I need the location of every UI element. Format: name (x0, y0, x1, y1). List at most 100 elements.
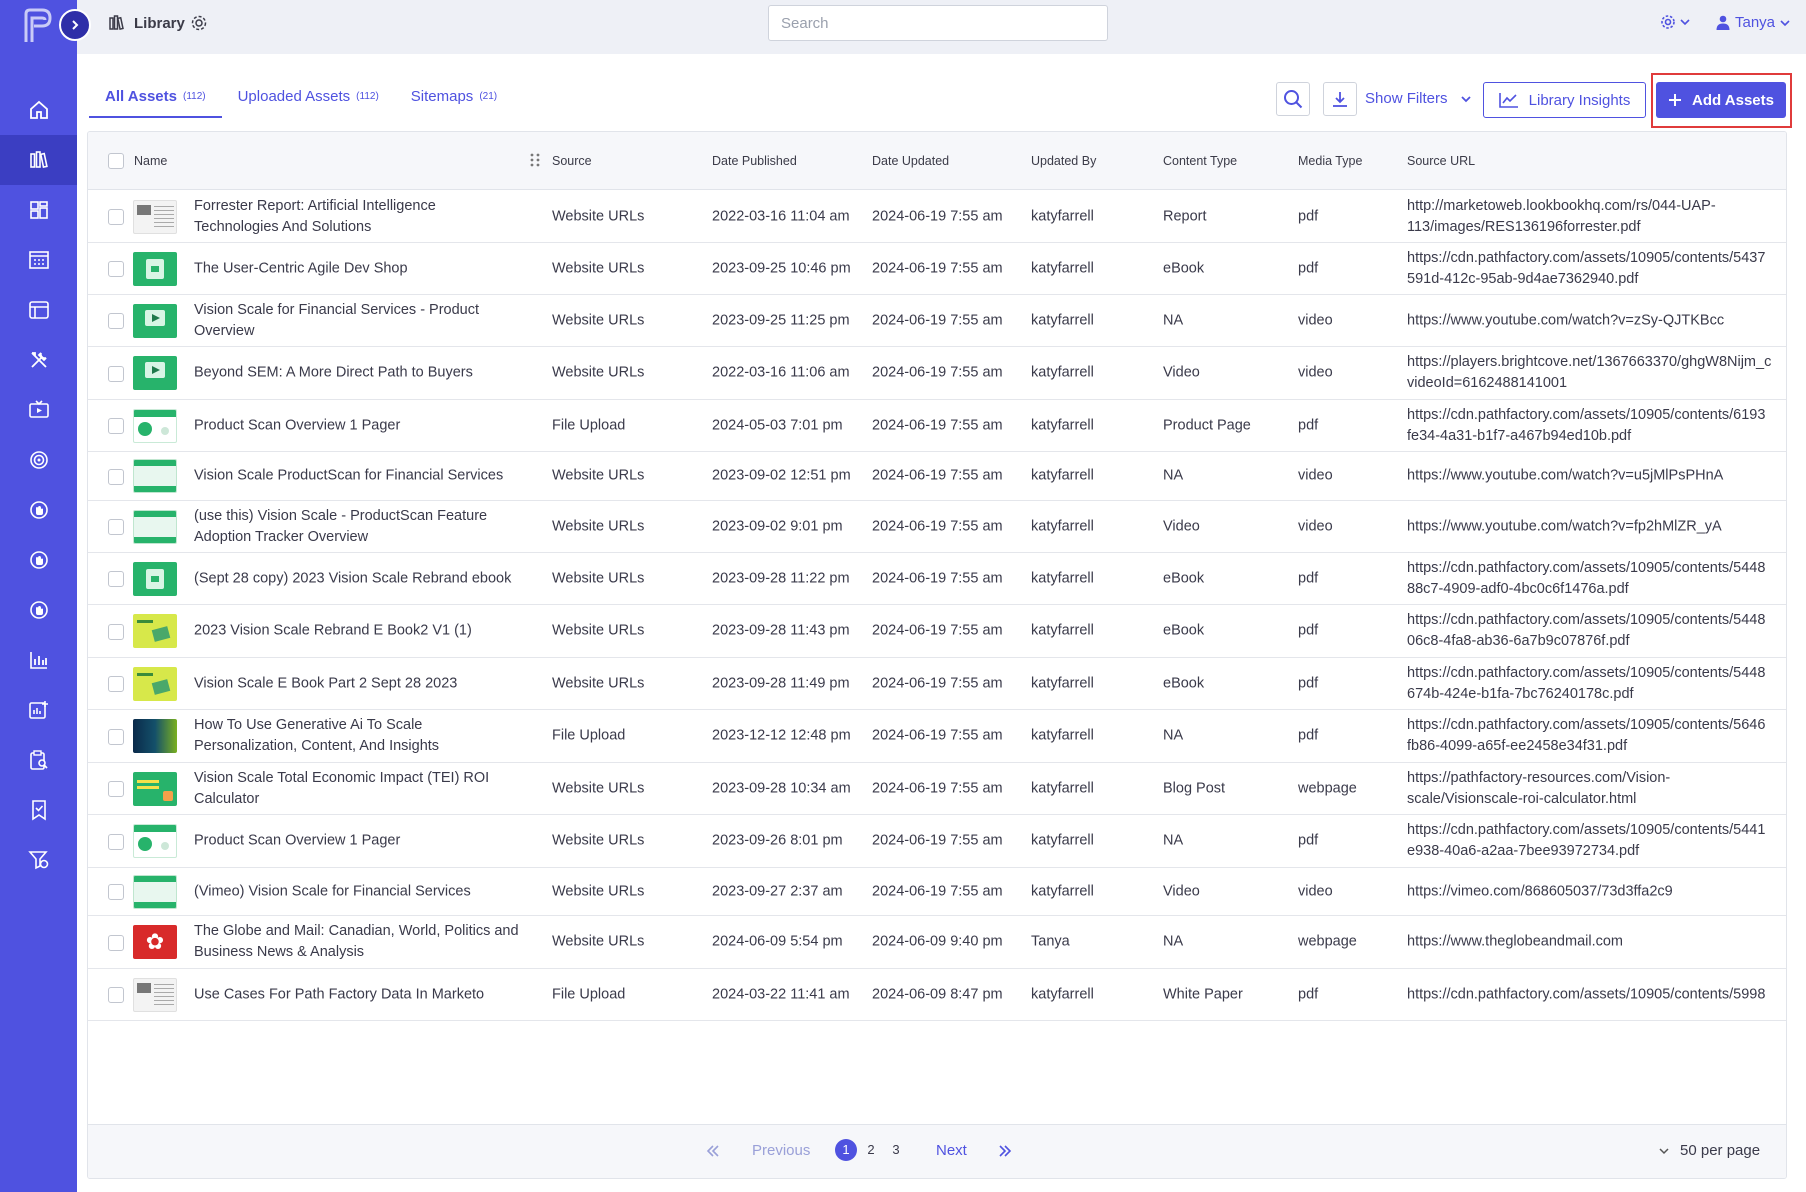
asset-name[interactable]: Product Scan Overview 1 Pager (194, 831, 524, 852)
library-insights-button[interactable]: Library Insights (1483, 82, 1646, 118)
row-checkbox[interactable] (108, 884, 124, 900)
sidebar-item-hand-pointer[interactable] (0, 485, 77, 535)
asset-thumbnail[interactable] (133, 719, 177, 753)
tab-sitemaps[interactable]: Sitemaps (21) (395, 78, 513, 118)
table-row[interactable]: Forrester Report: Artificial Intelligenc… (88, 191, 1786, 243)
settings-menu[interactable] (1660, 14, 1690, 30)
table-row[interactable]: 2023 Vision Scale Rebrand E Book2 V1 (1)… (88, 605, 1786, 658)
column-drag-handle-icon[interactable] (529, 152, 541, 168)
column-header-source-url[interactable]: Source URL (1407, 154, 1475, 168)
asset-thumbnail[interactable] (133, 408, 177, 443)
table-row[interactable]: Vision Scale E Book Part 2 Sept 28 2023 W… (88, 658, 1786, 710)
sidebar-item-clipboard-search[interactable] (0, 735, 77, 785)
asset-source-url[interactable]: https://cdn.pathfactory.com/assets/10905… (1407, 558, 1786, 600)
asset-thumbnail[interactable] (133, 874, 177, 909)
column-header-source[interactable]: Source (552, 154, 592, 168)
asset-name[interactable]: Forrester Report: Artificial Intelligenc… (194, 196, 524, 238)
asset-source-url[interactable]: https://pathfactory-resources.com/Vision… (1407, 768, 1786, 810)
asset-thumbnail[interactable] (133, 824, 177, 858)
download-button[interactable] (1323, 82, 1357, 116)
asset-source-url[interactable]: https://players.brightcove.net/136766337… (1407, 352, 1786, 394)
row-checkbox[interactable] (108, 571, 124, 587)
asset-source-url[interactable]: https://cdn.pathfactory.com/assets/10905… (1407, 610, 1786, 652)
asset-thumbnail[interactable] (133, 977, 177, 1012)
asset-source-url[interactable]: https://cdn.pathfactory.com/assets/10905… (1407, 663, 1786, 705)
asset-name[interactable]: (use this) Vision Scale - ProductScan Fe… (194, 506, 524, 548)
asset-name[interactable]: Vision Scale ProductScan for Financial S… (194, 466, 524, 487)
asset-name[interactable]: Vision Scale for Financial Services - Pr… (194, 300, 524, 342)
asset-source-url[interactable]: https://www.youtube.com/watch?v=u5jMlPsP… (1407, 466, 1786, 487)
asset-thumbnail[interactable]: ✿ (133, 925, 177, 959)
table-row[interactable]: Vision Scale for Financial Services - Pr… (88, 295, 1786, 347)
table-row[interactable]: Vision Scale Total Economic Impact (TEI)… (88, 763, 1786, 815)
sidebar-item-hand-pointer[interactable] (0, 535, 77, 585)
asset-name[interactable]: How To Use Generative Ai To Scale Person… (194, 715, 524, 757)
sidebar-expand-button[interactable] (59, 9, 91, 41)
asset-name[interactable]: Product Scan Overview 1 Pager (194, 415, 524, 436)
asset-thumbnail[interactable] (133, 199, 177, 234)
table-row[interactable]: Product Scan Overview 1 Pager Website URL… (88, 815, 1786, 868)
show-filters-toggle[interactable]: Show Filters (1365, 90, 1472, 107)
table-row[interactable]: The User-Centric Agile Dev Shop Website U… (88, 243, 1786, 295)
asset-name[interactable]: Vision Scale E Book Part 2 Sept 28 2023 (194, 673, 524, 694)
asset-name[interactable]: (Sept 28 copy) 2023 Vision Scale Rebrand… (194, 568, 524, 589)
row-checkbox[interactable] (108, 261, 124, 277)
next-page-button[interactable]: Next (936, 1142, 967, 1159)
row-checkbox[interactable] (108, 987, 124, 1003)
asset-source-url[interactable]: https://cdn.pathfactory.com/assets/10905… (1407, 820, 1786, 862)
table-row[interactable]: Vision Scale ProductScan for Financial S… (88, 452, 1786, 501)
select-all-checkbox[interactable] (108, 153, 124, 169)
table-row[interactable]: Product Scan Overview 1 Pager File Upload… (88, 400, 1786, 452)
table-row[interactable]: Beyond SEM: A More Direct Path to Buyers… (88, 347, 1786, 400)
row-checkbox[interactable] (108, 365, 124, 382)
row-checkbox[interactable] (108, 209, 124, 225)
search-button[interactable] (1276, 82, 1310, 116)
asset-source-url[interactable]: https://cdn.pathfactory.com/assets/10905… (1407, 248, 1786, 290)
sidebar-item-filter-settings[interactable] (0, 835, 77, 885)
row-checkbox[interactable] (108, 519, 124, 535)
sidebar-item-calendar-grid[interactable] (0, 235, 77, 285)
row-checkbox[interactable] (108, 623, 124, 640)
asset-thumbnail[interactable] (133, 251, 177, 286)
page-1-button[interactable]: 1 (835, 1139, 857, 1161)
row-checkbox[interactable] (108, 418, 124, 434)
row-checkbox[interactable] (108, 313, 124, 329)
library-settings-icon[interactable] (190, 14, 208, 32)
sidebar-item-dashboard[interactable] (0, 185, 77, 235)
column-header-updated-by[interactable]: Updated By (1031, 154, 1096, 168)
asset-thumbnail[interactable] (133, 614, 177, 648)
sidebar-item-target[interactable] (0, 435, 77, 485)
global-search-input[interactable] (768, 5, 1108, 41)
sidebar-item-library[interactable] (0, 135, 77, 185)
sidebar-item-bookmark-check[interactable] (0, 785, 77, 835)
row-checkbox[interactable] (108, 676, 124, 692)
per-page-select[interactable]: 50 per page (1658, 1142, 1760, 1159)
asset-source-url[interactable]: https://www.youtube.com/watch?v=zSy-QJTK… (1407, 310, 1786, 331)
column-header-media-type[interactable]: Media Type (1298, 154, 1362, 168)
asset-source-url[interactable]: https://vimeo.com/868605037/73d3ffa2c9 (1407, 881, 1786, 902)
asset-thumbnail[interactable] (133, 459, 177, 493)
asset-thumbnail[interactable] (133, 666, 177, 701)
sidebar-item-browser-window[interactable] (0, 285, 77, 335)
asset-name[interactable]: 2023 Vision Scale Rebrand E Book2 V1 (1) (194, 621, 524, 642)
column-header-date-updated[interactable]: Date Updated (872, 154, 949, 168)
row-checkbox[interactable] (108, 934, 124, 951)
row-checkbox[interactable] (108, 728, 124, 745)
page-3-button[interactable]: 3 (885, 1139, 907, 1161)
asset-thumbnail[interactable] (133, 303, 177, 338)
sidebar-item-tv[interactable] (0, 385, 77, 435)
asset-name[interactable]: (Vimeo) Vision Scale for Financial Servi… (194, 881, 524, 902)
tab-uploaded-assets[interactable]: Uploaded Assets (112) (222, 78, 395, 118)
first-page-icon[interactable] (706, 1145, 720, 1157)
asset-name[interactable]: Beyond SEM: A More Direct Path to Buyers (194, 363, 524, 384)
page-2-button[interactable]: 2 (860, 1139, 882, 1161)
asset-thumbnail[interactable] (133, 356, 177, 390)
asset-name[interactable]: Vision Scale Total Economic Impact (TEI)… (194, 768, 524, 810)
table-row[interactable]: (Sept 28 copy) 2023 Vision Scale Rebrand… (88, 553, 1786, 605)
row-checkbox[interactable] (108, 833, 124, 850)
sidebar-item-chart-plus[interactable] (0, 685, 77, 735)
sidebar-item-bar-chart[interactable] (0, 635, 77, 685)
table-row[interactable]: (use this) Vision Scale - ProductScan Fe… (88, 501, 1786, 553)
asset-thumbnail[interactable] (133, 771, 177, 806)
asset-thumbnail[interactable] (133, 509, 177, 544)
